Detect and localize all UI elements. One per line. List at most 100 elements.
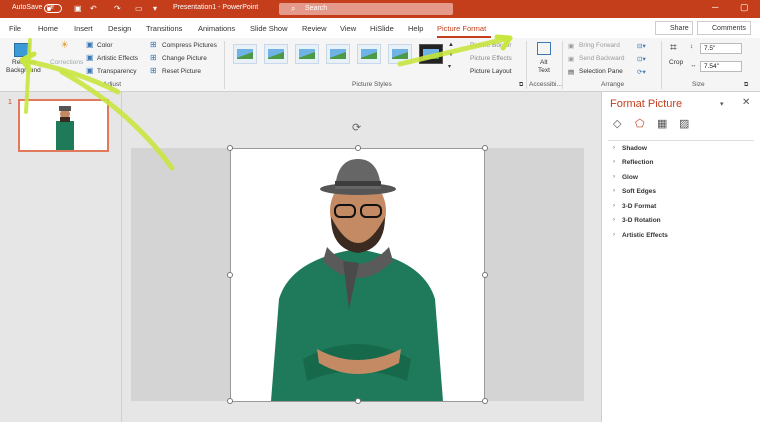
customize-qat-icon[interactable]: ▾ [153,4,157,13]
bring-forward-icon: ▣ [568,43,575,50]
pane-options-icon[interactable]: ▾ [720,100,724,108]
resize-handle-bottom-right[interactable] [482,398,488,404]
height-field[interactable]: 7.5" [700,43,742,54]
tab-slide-show[interactable]: Slide Show [250,24,288,33]
resize-handle-right[interactable] [482,272,488,278]
fill-line-icon[interactable]: ◇ [613,117,621,130]
resize-handle-top[interactable] [355,145,361,151]
section-reflection[interactable]: Reflection [622,159,653,166]
save-icon[interactable]: ▣ [74,4,82,13]
alt-text-label-1[interactable]: Alt [540,59,548,66]
remove-background-label-1[interactable]: Remove [12,59,36,66]
tab-insert[interactable]: Insert [74,24,93,33]
picture-border-button[interactable]: Picture Border [470,42,512,49]
expand-icon: › [613,232,615,238]
selected-picture[interactable]: ⟳ [227,122,488,404]
picture-style-5[interactable] [357,44,381,64]
tab-picture-format[interactable]: Picture Format [437,24,486,33]
slide-thumbnail-1[interactable] [18,99,109,152]
align-icon[interactable]: ⊟▾ [637,42,646,50]
picture-style-6[interactable] [388,44,412,64]
artistic-effects-icon: ▣ [86,53,94,62]
search-box[interactable]: ⌕ Search [279,3,453,15]
send-backward-icon: ▣ [568,56,575,63]
gallery-more-icon[interactable]: ▾ [448,63,451,70]
effects-icon[interactable]: ⬠ [635,117,645,130]
picture-effects-button[interactable]: Picture Effects [470,55,512,62]
corrections-label[interactable]: Corrections [50,59,83,66]
color-button[interactable]: Color [97,42,113,49]
size-properties-icon[interactable]: ▦ [657,117,667,130]
gallery-up-icon[interactable]: ▲ [448,42,454,48]
dialog-launcher-icon[interactable]: ⧉ [519,82,523,89]
section-3d-rotation[interactable]: 3-D Rotation [622,217,661,224]
alt-text-icon[interactable] [537,42,551,55]
title-bar: AutoSave Off ▣ ↶ ↷ ▭ ▾ Presentation1 - P… [0,0,760,18]
resize-handle-top-right[interactable] [482,145,488,151]
tab-review[interactable]: Review [302,24,327,33]
tab-hislide[interactable]: HiSlide [370,24,394,33]
artistic-effects-button[interactable]: Artistic Effects [97,55,138,62]
resize-handle-bottom-left[interactable] [227,398,233,404]
selection-pane-button[interactable]: Selection Pane [579,68,623,75]
autosave-label: AutoSave [12,4,43,11]
corrections-icon[interactable]: ☀ [60,40,69,51]
crop-icon[interactable]: ⌗ [670,40,677,55]
section-shadow[interactable]: Shadow [622,145,647,152]
tab-help[interactable]: Help [408,24,423,33]
tab-transitions[interactable]: Transitions [146,24,182,33]
size-dialog-launcher-icon[interactable]: ⧉ [744,82,748,89]
resize-handle-bottom[interactable] [355,398,361,404]
remove-background-label-2[interactable]: Background [6,67,41,74]
section-glow[interactable]: Glow [622,174,638,181]
alt-text-label-2[interactable]: Text [538,67,550,74]
tab-home[interactable]: Home [38,24,58,33]
picture-style-1[interactable] [233,44,257,64]
tab-animations[interactable]: Animations [198,24,235,33]
bring-forward-button[interactable]: Bring Forward [579,42,620,49]
comments-button[interactable]: Comments [697,21,751,35]
expand-icon: › [613,188,615,194]
picture-style-3[interactable] [295,44,319,64]
tab-design[interactable]: Design [108,24,131,33]
separator [224,41,225,89]
width-field[interactable]: 7.54" [700,61,742,72]
crop-button[interactable]: Crop [669,59,683,66]
present-icon[interactable]: ▭ [135,4,143,13]
picture-style-4[interactable] [326,44,350,64]
minimize-icon[interactable]: ─ [712,2,718,12]
tab-view[interactable]: View [340,24,356,33]
restore-icon[interactable]: ▢ [740,2,749,13]
picture-icon[interactable]: ▨ [679,117,689,130]
resize-handle-top-left[interactable] [227,145,233,151]
section-3d-format[interactable]: 3-D Format [622,203,656,210]
group-icon[interactable]: ⊡▾ [637,55,646,63]
expand-icon: › [613,217,615,223]
autosave-state: Off [47,5,54,11]
rotate-icon[interactable]: ⟳▾ [637,68,646,76]
transparency-button[interactable]: Transparency [97,68,137,75]
reset-picture-button[interactable]: Reset Picture [162,68,201,75]
expand-icon: › [613,203,615,209]
share-button[interactable]: Share [655,21,693,35]
resize-handle-left[interactable] [227,272,233,278]
redo-icon[interactable]: ↷ [114,4,121,13]
compress-pictures-icon: ⊞ [150,40,157,49]
send-backward-button[interactable]: Send Backward [579,55,625,62]
picture-layout-button[interactable]: Picture Layout [470,68,512,75]
close-pane-icon[interactable]: ✕ [742,97,750,108]
change-picture-button[interactable]: Change Picture [162,55,207,62]
compress-pictures-button[interactable]: Compress Pictures [162,42,217,49]
picture-style-7[interactable] [419,44,443,64]
undo-icon[interactable]: ↶ [90,4,97,13]
section-soft-edges[interactable]: Soft Edges [622,188,656,195]
gallery-down-icon[interactable]: ▼ [448,52,454,58]
rotate-handle-icon[interactable]: ⟳ [352,121,361,134]
group-arrange-label: Arrange [601,81,625,88]
remove-background-icon[interactable] [14,43,30,57]
separator [526,41,527,89]
section-artistic-effects[interactable]: Artistic Effects [622,232,668,239]
tab-file[interactable]: File [9,24,21,33]
picture-style-2[interactable] [264,44,288,64]
format-pane-title: Format Picture [610,98,683,110]
